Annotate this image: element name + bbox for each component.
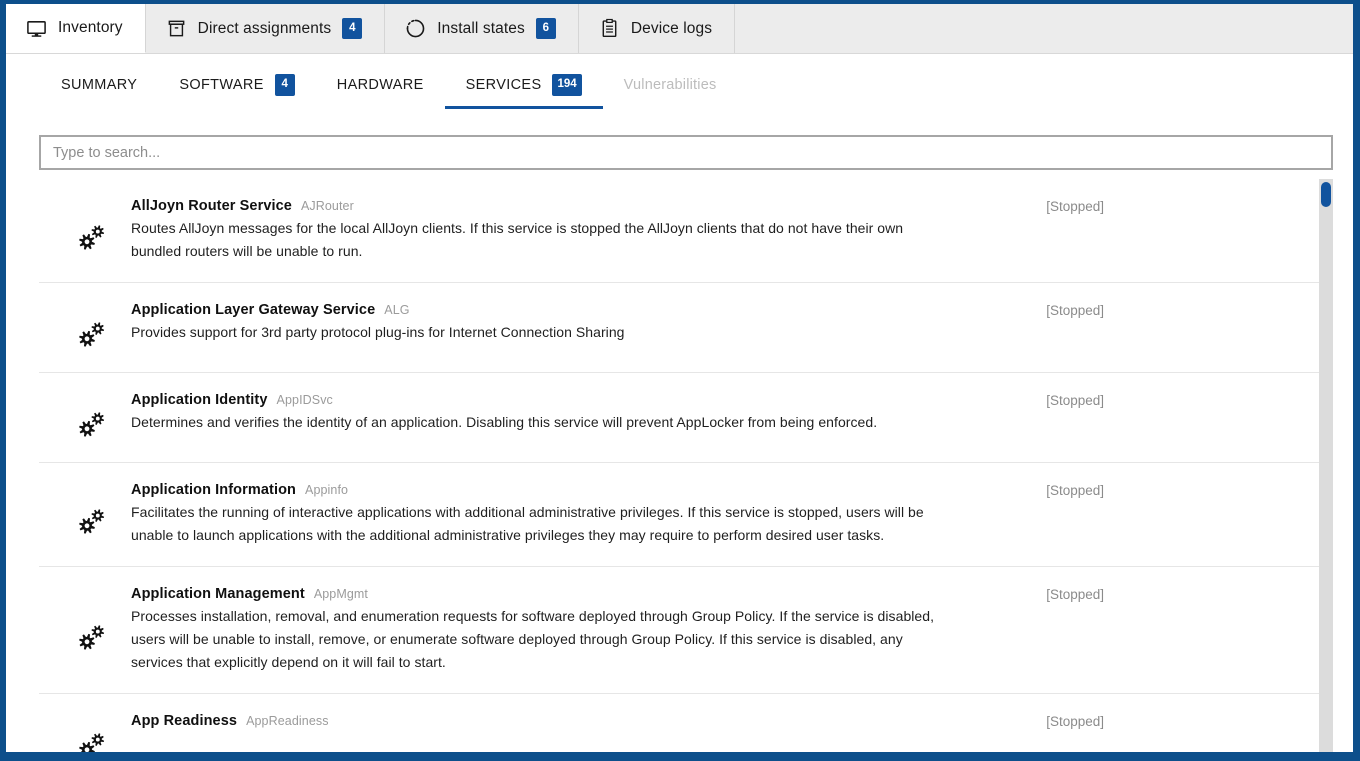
service-short-name: AppMgmt (314, 587, 368, 601)
service-description: Provides support for 3rd party protocol … (131, 321, 949, 344)
sub-tab-label: SOFTWARE (179, 77, 263, 93)
service-icon-cell (39, 220, 131, 241)
sub-tab-hardware[interactable]: HARDWARE (316, 61, 445, 109)
service-name: Application Management (131, 586, 305, 602)
services-list: AllJoyn Router Service AJRouter Routes All… (39, 179, 1319, 752)
top-tab-count-badge: 4 (342, 18, 362, 40)
window-body: Inventory Direct assignments 4 Install stat… (6, 4, 1353, 752)
sub-navigation-tabs: SUMMARY SOFTWARE 4 HARDWARE SERVICES 194 Vulne… (6, 54, 1353, 116)
service-details: Application Identity AppIDSvc Determines a… (131, 392, 971, 434)
gears-icon (75, 407, 96, 428)
service-icon-cell (39, 317, 131, 338)
service-short-name: Appinfo (305, 483, 348, 497)
top-tab-direct-assignments[interactable]: Direct assignments 4 (146, 4, 386, 53)
box-icon (166, 18, 187, 39)
service-title-line: Application Layer Gateway Service ALG (131, 302, 949, 318)
service-name: Application Layer Gateway Service (131, 302, 375, 318)
service-icon-cell (39, 407, 131, 428)
service-list-item[interactable]: App Readiness AppReadiness [Stopped] (39, 694, 1319, 752)
service-list-item[interactable]: AllJoyn Router Service AJRouter Routes All… (39, 179, 1319, 283)
top-tab-install-states[interactable]: Install states 6 (385, 4, 579, 53)
sub-tab-vulnerabilities: Vulnerabilities (603, 61, 738, 109)
service-description: Processes installation, removal, and enu… (131, 605, 949, 674)
sub-tab-software[interactable]: SOFTWARE 4 (158, 61, 315, 109)
sub-tab-count-badge: 4 (275, 74, 295, 96)
service-name: Application Identity (131, 392, 268, 408)
service-status: [Stopped] (971, 713, 1121, 729)
clipboard-icon (599, 18, 620, 39)
sub-tab-label: SERVICES (466, 77, 542, 93)
service-description: Facilitates the running of interactive a… (131, 501, 949, 547)
service-short-name: AppIDSvc (277, 393, 333, 407)
service-status: [Stopped] (971, 392, 1121, 408)
search-input[interactable] (39, 135, 1333, 170)
service-description: Determines and verifies the identity of … (131, 411, 949, 434)
service-icon-cell (39, 728, 131, 749)
service-status: [Stopped] (971, 482, 1121, 498)
service-status: [Stopped] (971, 198, 1121, 214)
service-list-item[interactable]: Application Identity AppIDSvc Determines a… (39, 373, 1319, 463)
service-details: Application Information Appinfo Facilitate… (131, 482, 971, 547)
gears-icon (75, 220, 96, 241)
service-short-name: ALG (384, 303, 409, 317)
service-details: Application Management AppMgmt Processes i… (131, 586, 971, 674)
service-status: [Stopped] (971, 586, 1121, 602)
top-tab-label: Install states (437, 20, 525, 38)
gears-icon (75, 728, 96, 749)
service-icon-cell (39, 620, 131, 641)
scrollbar-thumb[interactable] (1321, 182, 1331, 207)
service-short-name: AppReadiness (246, 714, 329, 728)
service-title-line: Application Identity AppIDSvc (131, 392, 949, 408)
service-title-line: AllJoyn Router Service AJRouter (131, 198, 949, 214)
service-name: Application Information (131, 482, 296, 498)
top-tab-device-logs[interactable]: Device logs (579, 4, 735, 53)
service-list-item[interactable]: Application Management AppMgmt Processes i… (39, 567, 1319, 694)
application-window: Inventory Direct assignments 4 Install stat… (0, 0, 1360, 761)
spinner-circle-icon (405, 18, 426, 39)
sub-tab-label: Vulnerabilities (624, 77, 717, 93)
top-tab-inventory[interactable]: Inventory (6, 4, 146, 53)
services-list-area: AllJoyn Router Service AJRouter Routes All… (39, 179, 1333, 752)
top-tab-count-badge: 6 (536, 18, 556, 40)
service-description: Routes AllJoyn messages for the local Al… (131, 217, 949, 263)
service-title-line: App Readiness AppReadiness (131, 713, 949, 729)
service-name: AllJoyn Router Service (131, 198, 292, 214)
sub-tab-label: HARDWARE (337, 77, 424, 93)
gears-icon (75, 317, 96, 338)
service-short-name: AJRouter (301, 199, 354, 213)
top-tab-label: Device logs (631, 20, 712, 38)
top-tab-strip: Inventory Direct assignments 4 Install stat… (6, 4, 1353, 54)
service-list-item[interactable]: Application Layer Gateway Service ALG Prov… (39, 283, 1319, 373)
list-scrollbar[interactable] (1319, 179, 1333, 752)
sub-tab-summary[interactable]: SUMMARY (40, 61, 158, 109)
service-status: [Stopped] (971, 302, 1121, 318)
gears-icon (75, 504, 96, 525)
service-details: AllJoyn Router Service AJRouter Routes All… (131, 198, 971, 263)
sub-tab-services[interactable]: SERVICES 194 (445, 61, 603, 109)
monitor-icon (26, 18, 47, 39)
sub-tab-count-badge: 194 (552, 74, 581, 96)
service-details: App Readiness AppReadiness (131, 713, 971, 732)
top-tab-label: Direct assignments (198, 20, 332, 38)
top-tab-label: Inventory (58, 19, 123, 37)
sub-tab-label: SUMMARY (61, 77, 137, 93)
service-title-line: Application Information Appinfo (131, 482, 949, 498)
gears-icon (75, 620, 96, 641)
search-row (39, 135, 1333, 170)
service-details: Application Layer Gateway Service ALG Prov… (131, 302, 971, 344)
service-title-line: Application Management AppMgmt (131, 586, 949, 602)
service-icon-cell (39, 504, 131, 525)
service-name: App Readiness (131, 713, 237, 729)
service-list-item[interactable]: Application Information Appinfo Facilitate… (39, 463, 1319, 567)
